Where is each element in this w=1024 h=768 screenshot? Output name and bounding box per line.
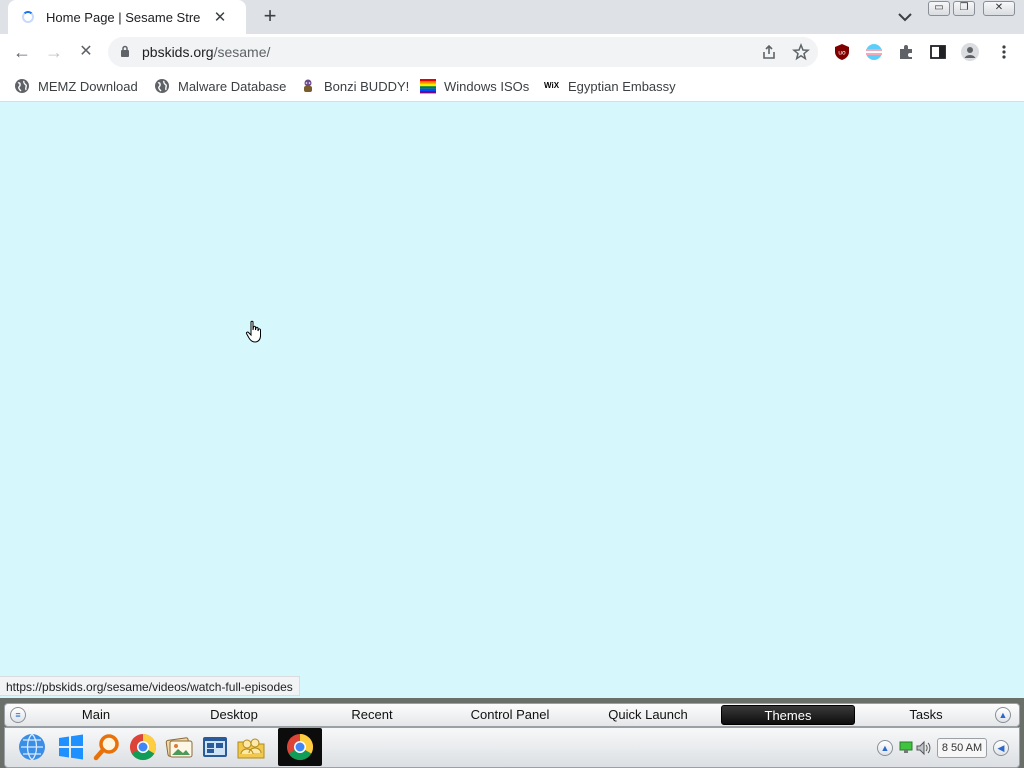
- desktop-menu-bar: ≡ Main Desktop Recent Control Panel Quic…: [4, 703, 1020, 727]
- taskbar-running-chrome[interactable]: [278, 728, 322, 766]
- new-tab-button[interactable]: +: [258, 5, 282, 29]
- profile-avatar-icon[interactable]: [961, 43, 979, 61]
- menu-list-icon[interactable]: ≡: [10, 707, 26, 723]
- url-text[interactable]: pbskids.org/sesame/: [142, 44, 270, 60]
- menu-main[interactable]: Main: [29, 705, 163, 725]
- bookmarks-bar: MEMZ Download Malware Database Bonzi BUD…: [0, 70, 1024, 102]
- forward-button[interactable]: →: [42, 40, 66, 64]
- clock[interactable]: 8 50 AM: [937, 738, 987, 758]
- taskbar: ▲ 8 50 AM ◀: [4, 727, 1020, 768]
- bookmark-malware-database[interactable]: Malware Database: [154, 76, 286, 96]
- hand-cursor-icon: [245, 320, 261, 343]
- back-button[interactable]: ←: [10, 40, 34, 64]
- bonzi-icon: [304, 79, 312, 92]
- tray-expand-up-icon[interactable]: ▲: [877, 740, 893, 756]
- loading-spinner-icon: [22, 11, 34, 23]
- lock-icon[interactable]: [120, 45, 130, 58]
- menu-quick-launch[interactable]: Quick Launch: [581, 705, 715, 725]
- chrome-icon: [130, 733, 157, 761]
- bookmark-memz-download[interactable]: MEMZ Download: [14, 76, 138, 96]
- explorer-icon: [203, 737, 227, 757]
- taskbar-chrome[interactable]: [126, 730, 160, 764]
- kebab-menu-icon[interactable]: [995, 43, 1013, 61]
- folder-people-icon: [237, 738, 265, 759]
- url-host: pbskids.org: [142, 44, 214, 60]
- close-window-button[interactable]: ✕: [983, 1, 1015, 16]
- bookmark-windows-isos[interactable]: Windows ISOs: [420, 76, 529, 96]
- bookmark-label: MEMZ Download: [38, 78, 138, 94]
- status-url-bubble: https://pbskids.org/sesame/videos/watch-…: [0, 676, 300, 696]
- chevron-down-icon[interactable]: [896, 9, 914, 25]
- minimize-button[interactable]: ▭: [928, 1, 950, 16]
- volume-icon[interactable]: [915, 740, 933, 756]
- tab-strip: Home Page | Sesame Street | PBS KIDS ✕ +…: [0, 0, 1024, 34]
- globe-icon: [15, 79, 29, 93]
- bookmark-label: Bonzi BUDDY!: [324, 78, 410, 94]
- menu-themes[interactable]: Themes: [721, 705, 855, 725]
- trans-flag-extension-icon[interactable]: [865, 43, 883, 61]
- chevron-up-icon[interactable]: ▲: [995, 707, 1011, 723]
- address-bar[interactable]: pbskids.org/sesame/: [108, 37, 818, 67]
- wix-icon: WiX: [544, 81, 560, 90]
- show-desktop-left-icon[interactable]: ◀: [993, 740, 1009, 756]
- windows-icon: [59, 734, 83, 760]
- bookmark-bonzi-buddy[interactable]: Bonzi BUDDY!: [300, 76, 409, 96]
- side-panel-icon[interactable]: [929, 43, 947, 61]
- bookmark-label: Egyptian Embassy: [568, 78, 676, 94]
- bookmark-star-icon[interactable]: [792, 43, 810, 61]
- browser-toolbar: ← → ✕ pbskids.org/sesame/ uo: [0, 34, 1024, 70]
- page-content[interactable]: [0, 102, 1024, 698]
- taskbar-globe[interactable]: [15, 730, 49, 764]
- taskbar-explorer[interactable]: [198, 730, 232, 764]
- extensions-puzzle-icon[interactable]: [897, 43, 915, 61]
- menu-recent[interactable]: Recent: [305, 705, 439, 725]
- globe-icon: [155, 79, 169, 93]
- tab-title: Home Page | Sesame Street | PBS KIDS: [46, 9, 200, 25]
- bookmark-egyptian-embassy[interactable]: WiX Egyptian Embassy: [544, 76, 676, 96]
- menu-control-panel[interactable]: Control Panel: [443, 705, 577, 725]
- stop-loading-button[interactable]: ✕: [74, 40, 98, 64]
- bookmark-label: Windows ISOs: [444, 78, 530, 94]
- restore-button[interactable]: ❐: [953, 1, 975, 16]
- taskbar-windows[interactable]: [54, 730, 88, 764]
- browser-tab-active[interactable]: Home Page | Sesame Street | PBS KIDS ✕: [8, 0, 246, 34]
- bookmark-label: Malware Database: [178, 78, 287, 94]
- globe-icon: [19, 733, 45, 761]
- tab-close-button[interactable]: ✕: [212, 8, 228, 26]
- svg-text:uo: uo: [838, 50, 846, 57]
- search-icon: [93, 734, 119, 761]
- menu-tasks[interactable]: Tasks: [859, 705, 993, 725]
- taskbar-photos[interactable]: [162, 730, 196, 764]
- rainbow-flag-icon: [420, 79, 436, 94]
- ublock-icon[interactable]: uo: [833, 43, 851, 61]
- taskbar-folder-people[interactable]: [234, 730, 268, 764]
- share-icon[interactable]: [760, 43, 778, 61]
- photos-icon: [165, 737, 193, 758]
- chrome-icon: [287, 733, 314, 761]
- menu-desktop[interactable]: Desktop: [167, 705, 301, 725]
- taskbar-search[interactable]: [90, 730, 124, 764]
- network-icon[interactable]: [899, 741, 913, 754]
- url-path: /sesame/: [213, 44, 271, 60]
